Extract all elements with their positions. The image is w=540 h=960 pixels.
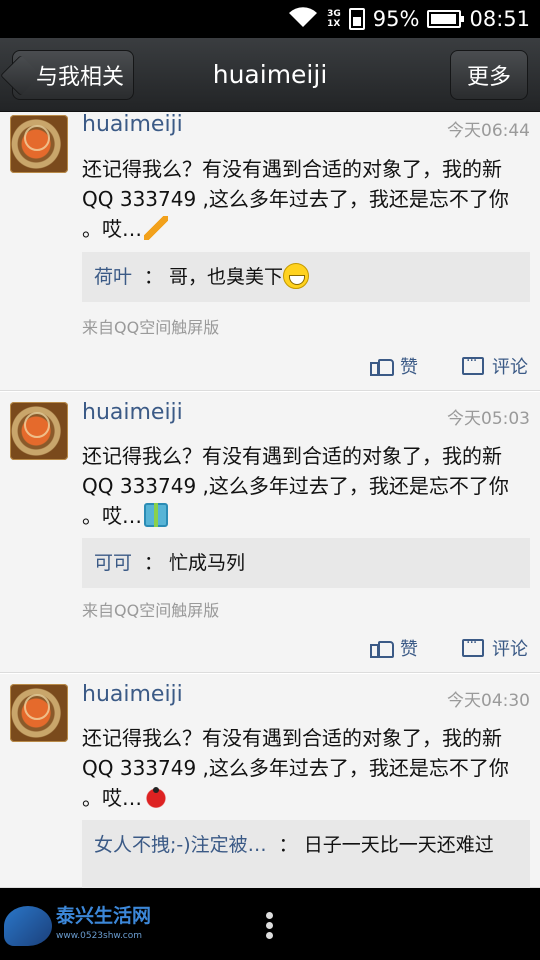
navigation-bar: 泰兴生活网 www.0523shw.com [0, 888, 540, 960]
back-button[interactable]: 与我相关 [12, 50, 134, 100]
post-source: 来自QQ空间触屏版 [82, 318, 220, 337]
feed-list: huaimeiji 今天06:44 还记得我么？有没有遇到合适的对象了，我的新Q… [0, 112, 540, 888]
reply-separator: ： [144, 552, 164, 574]
like-label: 赞 [400, 357, 418, 378]
post-source: 来自QQ空间触屏版 [82, 601, 220, 620]
reply-item[interactable]: 女人不拽;-)注定被… ：日子一天比一天还难过 [82, 820, 530, 888]
lightning-icon [144, 216, 168, 240]
title-bar: 与我相关 huaimeiji 更多 [0, 38, 540, 112]
like-button[interactable]: 赞 [370, 353, 418, 379]
watermark-title: 泰兴生活网 [56, 905, 152, 927]
status-bar: 3G 1X 95% 08:51 [0, 0, 540, 38]
reply-separator: ： [144, 266, 164, 288]
more-button[interactable]: 更多 [450, 50, 528, 100]
like-label: 赞 [400, 639, 418, 660]
watermark-url: www.0523shw.com [56, 931, 143, 941]
comment-button[interactable]: 评论 [462, 635, 528, 661]
clock: 08:51 [469, 7, 530, 31]
back-button-label: 与我相关 [35, 65, 124, 90]
battery-percent: 95% [372, 7, 420, 31]
gift-icon [144, 503, 168, 527]
reply-text: 日子一天比一天还难过 [303, 834, 494, 856]
sim-signal-icon [348, 8, 365, 30]
grin-icon [283, 263, 310, 289]
comment-label: 评论 [492, 639, 528, 660]
ladybug-icon [144, 785, 168, 809]
reply-author[interactable]: 荷叶 [94, 266, 132, 288]
feed-item: huaimeiji 今天06:44 还记得我么？有没有遇到合适的对象了，我的新Q… [0, 112, 540, 391]
reply-item[interactable]: 可可 ：忙成马列 [82, 538, 530, 588]
thumbs-up-icon [370, 638, 394, 658]
post-username[interactable]: huaimeiji [82, 112, 183, 137]
comment-icon [462, 635, 484, 657]
wifi-icon [287, 5, 319, 34]
site-watermark: 泰兴生活网 www.0523shw.com [4, 906, 151, 946]
network-indicator: 3G 1X [327, 9, 341, 29]
like-button[interactable]: 赞 [370, 635, 418, 661]
reply-text: 忙成马列 [169, 552, 246, 574]
post-text: 还记得我么？有没有遇到合适的对象了，我的新QQ 333749 ,这么多年过去了，… [82, 726, 509, 810]
post-time: 今天04:30 [447, 691, 530, 711]
thumbs-up-icon [370, 356, 394, 376]
avatar[interactable] [10, 684, 68, 742]
avatar[interactable] [10, 402, 68, 460]
more-button-label: 更多 [466, 65, 511, 90]
comment-button[interactable]: 评论 [462, 353, 528, 379]
reply-author[interactable]: 女人不拽;-)注定被… [94, 834, 267, 856]
comment-label: 评论 [492, 357, 528, 378]
post-username[interactable]: huaimeiji [82, 682, 183, 707]
avatar[interactable] [10, 115, 68, 173]
post-text: 还记得我么？有没有遇到合适的对象了，我的新QQ 333749 ,这么多年过去了，… [82, 157, 509, 241]
reply-author[interactable]: 可可 [94, 552, 132, 574]
comment-icon [462, 353, 484, 375]
post-text: 还记得我么？有没有遇到合适的对象了，我的新QQ 333749 ,这么多年过去了，… [82, 444, 509, 528]
feed-item: huaimeiji 今天04:30 还记得我么？有没有遇到合适的对象了，我的新Q… [0, 673, 540, 888]
post-time: 今天05:03 [447, 409, 530, 429]
post-time: 今天06:44 [447, 121, 530, 141]
overflow-menu-icon[interactable] [266, 912, 274, 939]
watermark-logo [4, 906, 52, 946]
battery-icon [427, 10, 465, 28]
reply-text: 哥，也臭美下 [169, 266, 284, 288]
reply-separator: ： [278, 834, 298, 856]
post-username[interactable]: huaimeiji [82, 400, 183, 425]
network-type-top: 3G [327, 9, 341, 19]
feed-item: huaimeiji 今天05:03 还记得我么？有没有遇到合适的对象了，我的新Q… [0, 391, 540, 673]
reply-item[interactable]: 荷叶 ：哥，也臭美下 [82, 252, 530, 302]
network-type-bottom: 1X [327, 19, 341, 29]
